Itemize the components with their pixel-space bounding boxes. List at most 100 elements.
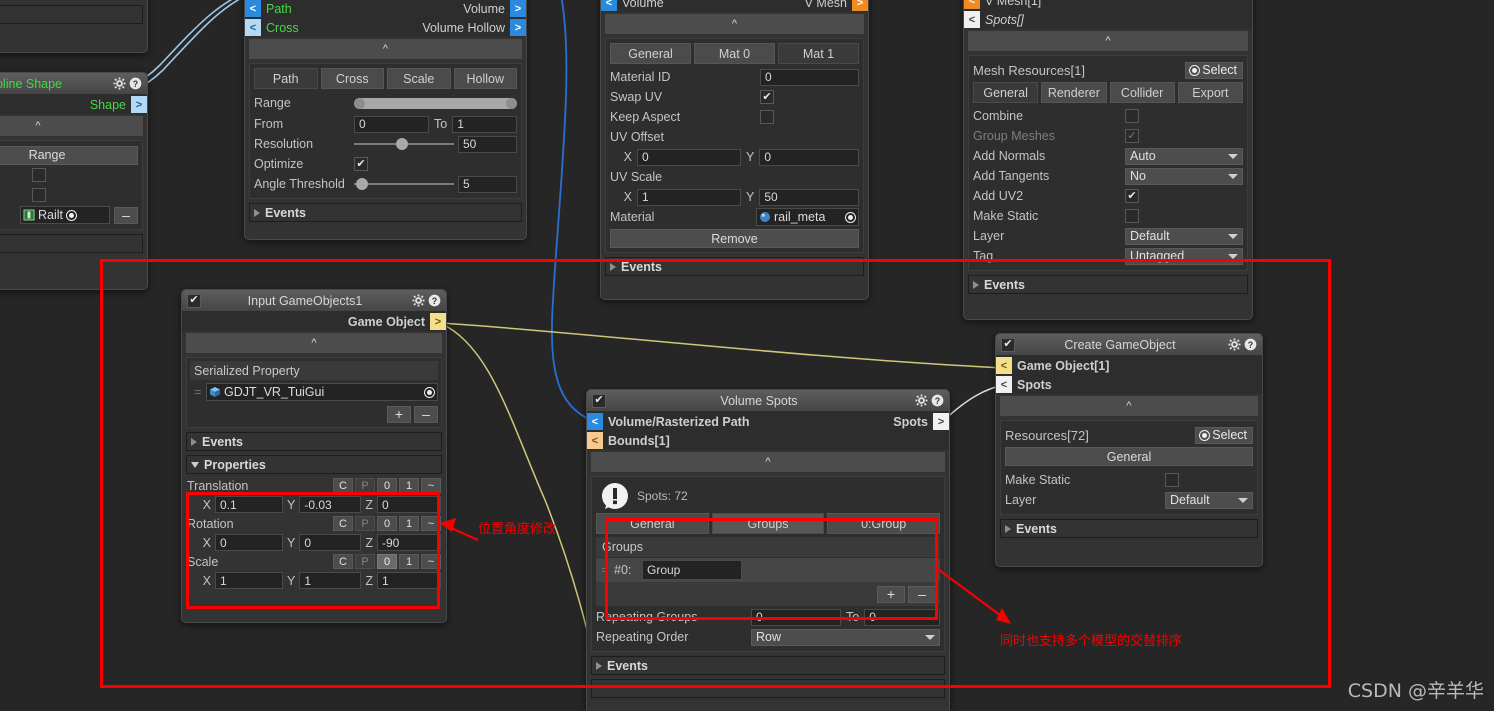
btn-scale-c[interactable]: C: [333, 554, 353, 569]
input-from[interactable]: 0: [354, 115, 429, 133]
node-clipped-top-left[interactable]: [0, 0, 148, 53]
port-button-rasterized-path-in[interactable]: <: [587, 413, 603, 430]
group-name-input[interactable]: Group: [642, 560, 742, 580]
tab-groups[interactable]: Groups: [711, 513, 825, 534]
btn-translation-p[interactable]: P: [355, 478, 375, 493]
create-gameobject-events-fold[interactable]: Events: [1000, 519, 1258, 538]
tab-scale[interactable]: Scale: [387, 68, 451, 89]
port-button-volume-hollow-out[interactable]: >: [510, 19, 526, 36]
remove-material-button[interactable]: Remove: [610, 229, 859, 248]
port-button-cross-in[interactable]: <: [245, 19, 261, 36]
angle-threshold-slider[interactable]: [354, 177, 454, 191]
input-gameobjects-port-row[interactable]: Game Object >: [182, 312, 446, 331]
tab-renderer[interactable]: Renderer: [1041, 82, 1107, 103]
volume-hollow-collapse-bar[interactable]: ^: [249, 39, 522, 59]
port-button-game-object-out[interactable]: >: [430, 313, 446, 330]
node-volume-hollow[interactable]: < Path Volume > < Cross Volume Hollow > …: [244, 0, 527, 240]
tab-export[interactable]: Export: [1177, 82, 1243, 103]
create-gameobject-collapse-bar[interactable]: ^: [1000, 396, 1258, 416]
input-uv-offset-x[interactable]: 0: [637, 148, 741, 166]
input-uv-offset-y[interactable]: 0: [759, 148, 859, 166]
object-picker-icon[interactable]: [424, 386, 435, 398]
volume-spots-extra-fold[interactable]: [591, 679, 945, 698]
dropdown-repeating-order[interactable]: Row: [751, 628, 940, 646]
spline-shape-titlebar[interactable]: pline Shape ?: [0, 73, 147, 94]
dropdown-add-tangents[interactable]: No: [1125, 167, 1243, 185]
tab-mat-1[interactable]: Mat 1: [778, 43, 859, 64]
input-rotation-y[interactable]: 0: [299, 534, 362, 551]
spline-shape-object-field[interactable]: Railt: [20, 206, 110, 224]
btn-rotation-tilde[interactable]: ~: [421, 516, 441, 531]
tab-mat-0[interactable]: Mat 0: [694, 43, 775, 64]
drag-handle-icon[interactable]: =: [190, 385, 206, 399]
gear-icon[interactable]: [1228, 338, 1241, 351]
input-material[interactable]: rail_meta: [756, 208, 859, 226]
tab-hollow[interactable]: Hollow: [453, 68, 517, 89]
resources-select-button[interactable]: Select: [1195, 426, 1253, 444]
groups-list-item[interactable]: = #0: Group: [596, 558, 940, 582]
input-rotation-z[interactable]: -90: [376, 534, 441, 551]
node-volume-spots[interactable]: ✔ Volume Spots ? < Volume/Rasterized Pat…: [586, 389, 950, 711]
help-icon[interactable]: ?: [1244, 338, 1257, 351]
spline-shape-events-fold[interactable]: [0, 234, 143, 253]
help-icon[interactable]: ?: [129, 77, 142, 90]
create-gameobject-enable-checkbox[interactable]: ✔: [1001, 337, 1015, 352]
volume-spots-events-fold[interactable]: Events: [591, 656, 945, 675]
node-spline-shape[interactable]: pline Shape ? Shape > ^ Range Railt –: [0, 72, 148, 290]
node-create-gameobject[interactable]: ✔ Create GameObject ? < Game Object[1] <…: [995, 333, 1263, 567]
btn-translation-0[interactable]: 0: [377, 478, 397, 493]
volume-mesh-events-fold[interactable]: Events: [605, 257, 864, 276]
port-button-path-in[interactable]: <: [245, 0, 261, 17]
spline-shape-collapse-bar[interactable]: ^: [0, 116, 143, 136]
port-button-shape[interactable]: >: [131, 96, 147, 113]
help-icon[interactable]: ?: [428, 294, 441, 307]
btn-rotation-1[interactable]: 1: [399, 516, 419, 531]
mesh-resources-events-fold[interactable]: Events: [968, 275, 1248, 294]
drag-handle-icon[interactable]: =: [596, 563, 614, 577]
input-gameobjects-events-fold[interactable]: Events: [186, 432, 442, 451]
input-translation-z[interactable]: 0: [376, 496, 441, 513]
btn-scale-p[interactable]: P: [355, 554, 375, 569]
checkbox-optimize[interactable]: ✔: [354, 157, 368, 171]
create-gameobject-port-row-1[interactable]: < Game Object[1]: [996, 356, 1262, 375]
input-uv-scale-x[interactable]: 1: [637, 188, 741, 206]
input-to[interactable]: 1: [452, 115, 517, 133]
checkbox-make-static[interactable]: [1165, 473, 1179, 487]
node-volume-mesh[interactable]: < Volume V Mesh > ^ General Mat 0 Mat 1 …: [600, 0, 869, 300]
input-translation-x[interactable]: 0.1: [215, 496, 283, 513]
btn-rotation-c[interactable]: C: [333, 516, 353, 531]
input-translation-y[interactable]: -0.03: [299, 496, 362, 513]
port-button-volume-out[interactable]: >: [510, 0, 526, 17]
input-resolution[interactable]: 50: [458, 135, 517, 153]
node-input-gameobjects[interactable]: ✔ Input GameObjects1 ? Game Object > ^ S…: [181, 289, 447, 623]
btn-scale-tilde[interactable]: ~: [421, 554, 441, 569]
btn-scale-0[interactable]: 0: [377, 554, 397, 569]
node-graph-canvas[interactable]: pline Shape ? Shape > ^ Range Railt – < …: [0, 0, 1494, 711]
spline-shape-port-shape[interactable]: Shape >: [0, 95, 147, 114]
checkbox-combine[interactable]: [1125, 109, 1139, 123]
tab-cross[interactable]: Cross: [320, 68, 384, 89]
port-button-game-object-in[interactable]: <: [996, 357, 1012, 374]
tab-general[interactable]: General: [596, 513, 709, 534]
port-button-vmesh-out[interactable]: >: [852, 0, 868, 11]
gear-icon[interactable]: [412, 294, 425, 307]
input-gameobjects-collapse-bar[interactable]: ^: [186, 333, 442, 353]
remove-entry-button[interactable]: –: [414, 405, 438, 423]
mesh-resources-select-button[interactable]: Select: [1185, 61, 1243, 79]
btn-translation-c[interactable]: C: [333, 478, 353, 493]
volume-mesh-collapse-bar[interactable]: ^: [605, 14, 864, 34]
port-button-spots-in[interactable]: <: [964, 11, 980, 28]
mesh-resources-port-vmesh[interactable]: < V Mesh[1]: [964, 0, 1252, 10]
dropdown-tag[interactable]: Untagged: [1125, 247, 1243, 265]
tab-general[interactable]: General: [973, 82, 1039, 103]
input-scale-z[interactable]: 1: [376, 572, 441, 589]
dropdown-layer[interactable]: Default: [1125, 227, 1243, 245]
volume-hollow-port-cross[interactable]: < Cross Volume Hollow >: [245, 18, 526, 37]
gear-icon[interactable]: [915, 394, 928, 407]
input-rotation-x[interactable]: 0: [215, 534, 283, 551]
resolution-slider[interactable]: [354, 137, 454, 151]
port-button-spots-out[interactable]: >: [933, 413, 949, 430]
input-material-id[interactable]: 0: [760, 68, 859, 86]
dropdown-add-normals[interactable]: Auto: [1125, 147, 1243, 165]
dropdown-layer[interactable]: Default: [1165, 491, 1253, 509]
